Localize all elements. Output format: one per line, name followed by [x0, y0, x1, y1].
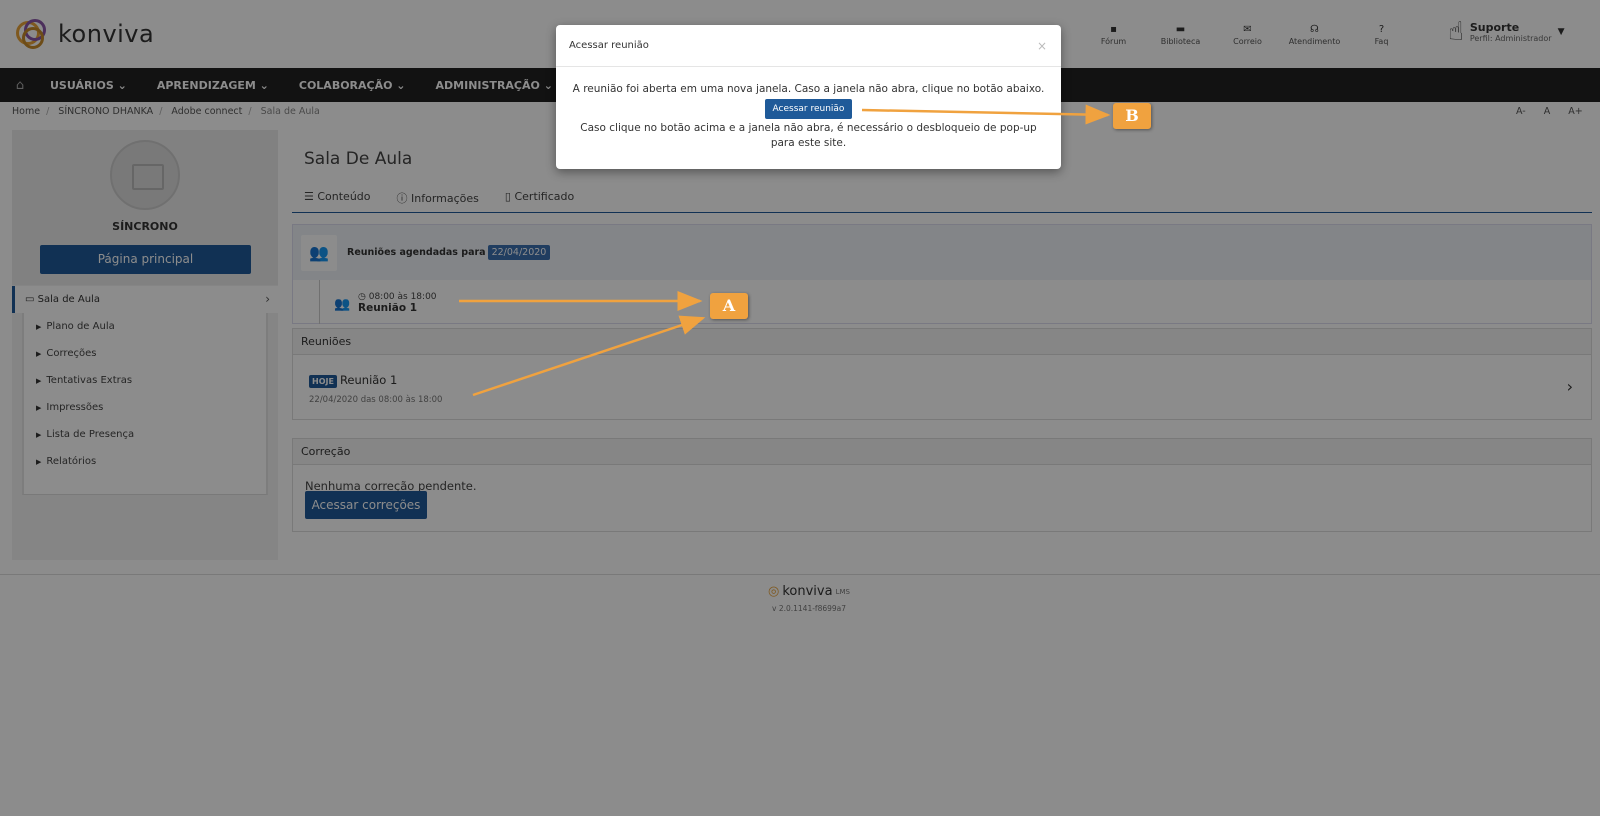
annotation-a: A: [710, 293, 748, 319]
arrow-to-b: [861, 104, 1111, 125]
arrow-to-a-lower: [472, 315, 706, 397]
annotation-arrows: [459, 104, 1111, 397]
annotation-b: B: [1113, 103, 1151, 129]
